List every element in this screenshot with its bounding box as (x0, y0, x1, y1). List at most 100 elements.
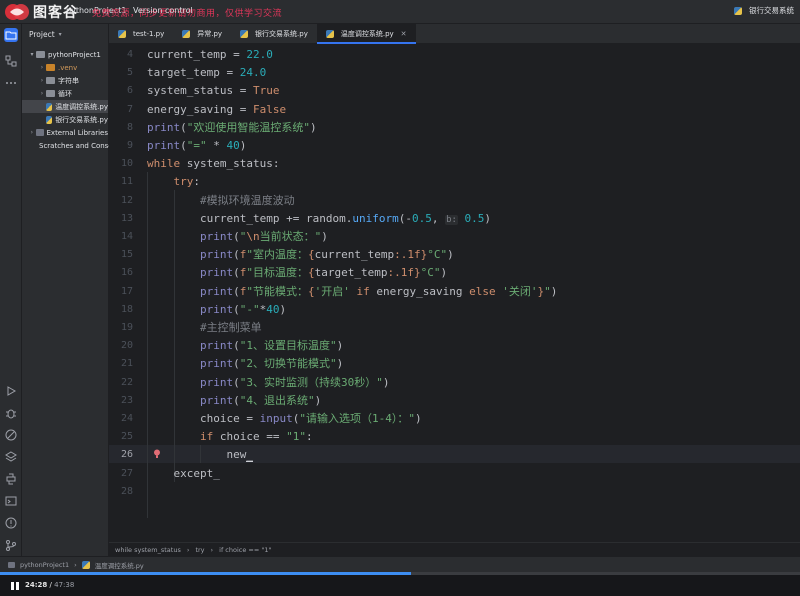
run-config-label: 银行交易系统 (749, 6, 794, 15)
tree-item-strings-folder[interactable]: › 字符串 (22, 74, 108, 87)
line-number: 16 (120, 267, 133, 279)
python-file-icon (46, 102, 53, 111)
code-line[interactable]: if choice == "1": (147, 428, 313, 446)
python-file-icon (118, 29, 126, 38)
python-console-icon[interactable] (4, 472, 18, 486)
line-number: 17 (120, 285, 133, 297)
python-file-icon (81, 560, 90, 569)
problems-tool-icon[interactable] (4, 516, 18, 530)
tool-window-strip (0, 24, 22, 556)
chevron-right-icon: › (74, 560, 77, 569)
tree-item-venv[interactable]: › .venv (22, 61, 108, 74)
code-line[interactable]: try: (147, 173, 201, 191)
chevron-right-icon: › (186, 545, 190, 554)
status-project[interactable]: pythonProject1 (20, 561, 69, 569)
breadcrumb-item[interactable]: try (195, 546, 204, 554)
line-number: 24 (120, 413, 133, 424)
code-line[interactable]: print("欢迎使用智能温控系统") (147, 119, 317, 137)
close-icon[interactable]: ✕ (401, 30, 407, 38)
code-line[interactable]: print(f"节能模式：{'开启' if energy_saving else… (147, 283, 557, 301)
code-line[interactable]: #模拟环境温度波动 (147, 192, 295, 210)
structure-tool-icon[interactable] (4, 54, 18, 68)
tab-temperature-system[interactable]: 温度调控系统.py ✕ (316, 24, 416, 44)
code-line[interactable]: current_temp = 22.0 (147, 46, 273, 64)
project-panel-header[interactable]: Project ▾ (22, 24, 108, 44)
total-time: 47:38 (54, 581, 75, 589)
code-line[interactable]: print("4、退出系统") (147, 392, 321, 410)
tab-exceptions[interactable]: 异常.py (173, 24, 231, 43)
folder-icon (36, 51, 45, 58)
python-file-icon (182, 29, 191, 38)
code-line[interactable]: energy_saving = False (147, 101, 286, 119)
line-number: 5 (126, 67, 133, 79)
code-line[interactable]: print(f"室内温度：{current_temp:.1f}°C") (147, 246, 454, 264)
code-line[interactable]: new_ (147, 446, 253, 464)
code-line[interactable]: while system_status: (147, 155, 279, 173)
chevron-right-icon: › (40, 90, 44, 97)
status-file[interactable]: 温度调控系统.py (95, 560, 144, 570)
code-line[interactable]: print("\n当前状态：") (147, 228, 328, 246)
tree-item-label: 循环 (58, 89, 72, 98)
venv-folder-icon (46, 64, 55, 71)
python-file-icon (734, 6, 742, 15)
library-icon (35, 129, 44, 136)
line-number: 12 (120, 194, 133, 206)
version-control-menu[interactable]: Version control (133, 6, 193, 15)
line-number: 7 (126, 103, 133, 115)
python-packages-icon[interactable] (4, 428, 18, 442)
debug-tool-icon[interactable] (4, 406, 18, 420)
project-tool-icon[interactable] (4, 28, 18, 42)
line-number: 22 (120, 376, 133, 388)
more-tools-icon[interactable] (4, 76, 18, 90)
pause-icon[interactable] (10, 581, 20, 591)
tab-bank-system[interactable]: 银行交易系统.py (231, 24, 317, 43)
line-number: 25 (120, 431, 133, 443)
tree-item-project-root[interactable]: ▾ pythonProject1 (22, 48, 108, 61)
chevron-down-icon: ▾ (30, 51, 34, 58)
code-line[interactable]: #主控制菜单 (147, 319, 262, 337)
tree-item-loops-folder[interactable]: › 循环 (22, 87, 108, 100)
brand-mark-icon (5, 4, 29, 20)
line-number: 19 (120, 322, 133, 333)
video-progress-track[interactable] (0, 572, 800, 575)
line-number: 13 (120, 212, 133, 224)
current-time: 24:28 (25, 581, 48, 589)
status-bar: pythonProject1 › 温度调控系统.py (0, 556, 800, 572)
code-line[interactable]: print("-"*40) (147, 301, 286, 319)
line-number: 15 (120, 249, 133, 261)
code-area[interactable]: current_temp = 22.0 target_temp = 24.0 sys… (147, 44, 800, 542)
breadcrumb-item[interactable]: if choice == "1" (219, 546, 271, 554)
code-line[interactable]: print(f"目标温度：{target_temp:.1f}°C") (147, 264, 447, 282)
code-line[interactable]: choice = input("请输入选项（1-4）：") (147, 410, 422, 428)
tree-item-bank-file[interactable]: 银行交易系统.py (22, 113, 108, 126)
terminal-tool-icon[interactable] (4, 494, 18, 508)
chevron-right-icon: › (40, 77, 44, 84)
breadcrumb-item[interactable]: while system_status (115, 546, 181, 554)
code-editor[interactable]: 4 5 6 7 8 9 10 11 12 13 14 15 16 17 18 19 20 21 22 23 24 25 26… (109, 44, 800, 542)
tab-test-1[interactable]: test-1.py (109, 24, 173, 43)
git-tool-icon[interactable] (4, 538, 18, 552)
run-configuration-selector[interactable]: 银行交易系统 (734, 5, 794, 16)
tree-item-scratches[interactable]: Scratches and Consoles (22, 139, 123, 152)
line-number: 8 (126, 121, 133, 133)
tree-item-external-libraries[interactable]: › External Libraries (22, 126, 108, 139)
code-line[interactable]: print("=" * 40) (147, 137, 246, 155)
title-bar: 图客谷 pythonProject1 免费资源，同步更新请勿商用，仅供学习交流 … (0, 0, 800, 24)
code-line[interactable]: except_ (147, 465, 220, 483)
line-number: 23 (120, 394, 133, 406)
tree-item-temperature-file[interactable]: 温度调控系统.py (22, 100, 108, 113)
line-number: 14 (120, 231, 133, 242)
code-line[interactable]: target_temp = 24.0 (147, 64, 266, 82)
code-line[interactable]: print("3、实时监测（持续30秒）") (147, 374, 390, 392)
line-number: 11 (120, 176, 133, 188)
code-line[interactable]: system_status = True (147, 82, 279, 100)
line-number: 28 (120, 485, 133, 497)
chevron-right-icon: › (40, 64, 44, 71)
code-line[interactable]: print("1、设置目标温度") (147, 337, 343, 355)
code-line[interactable]: print("2、切换节能模式") (147, 355, 343, 373)
code-line[interactable]: current_temp += random.uniform(-0.5, b: … (147, 210, 491, 228)
layers-tool-icon[interactable] (4, 450, 18, 464)
run-tool-icon[interactable] (4, 384, 18, 398)
line-number: 21 (120, 358, 133, 370)
line-number: 20 (120, 340, 133, 352)
